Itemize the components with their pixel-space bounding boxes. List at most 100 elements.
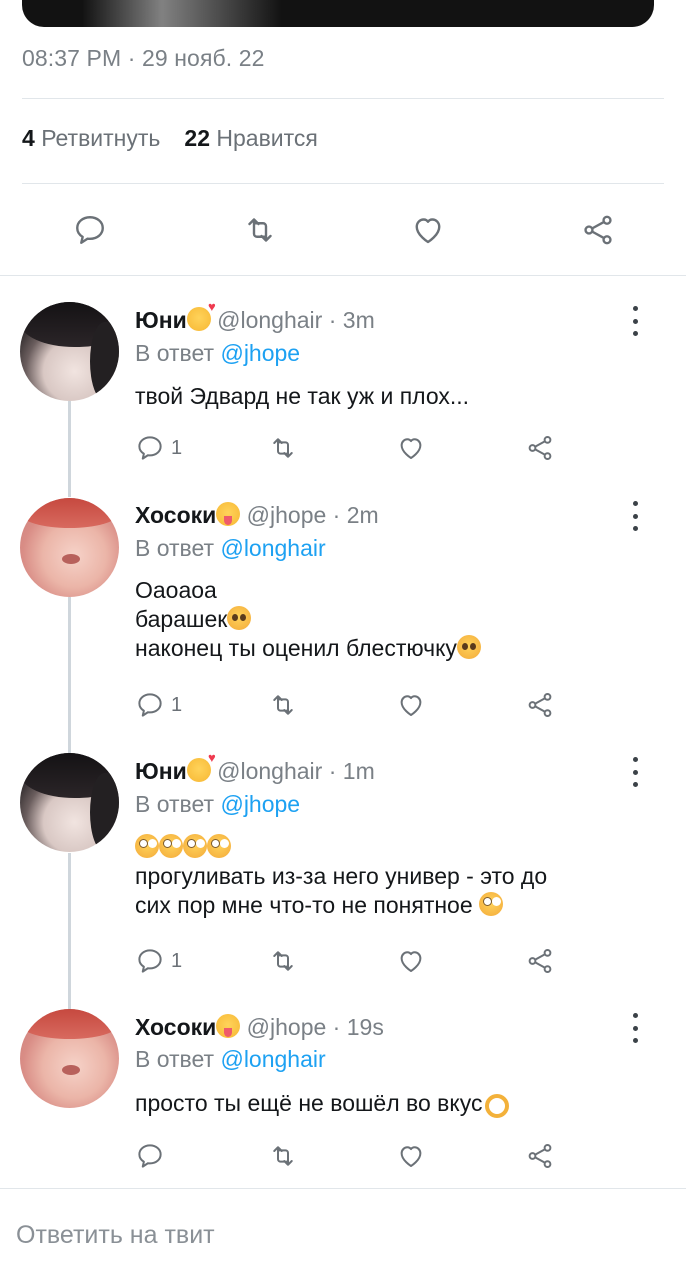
reply-count: 1 [171,693,183,716]
retweet-icon [273,695,293,715]
reply-text-line: прогуливать из-за него универ - это до [135,863,548,889]
reply-button[interactable] [135,1138,165,1174]
reply-count: 1 [171,949,183,972]
reply-emoji-line [135,833,547,862]
likes-count: 22 [184,125,210,151]
avatar[interactable] [20,753,119,852]
retweet-button[interactable] [268,943,298,979]
avatar[interactable] [20,302,119,401]
retweet-button[interactable] [268,687,298,723]
reply-button[interactable]: 1 [135,687,182,723]
reply-text: Оаоаоа барашек наконец ты оценил блестюч… [135,576,481,663]
display-name[interactable]: Юни [135,758,187,784]
pleading-face-icon [227,606,252,630]
share-icon [528,436,552,461]
comment-icon [138,949,162,973]
tweet-media-image[interactable] [22,0,654,27]
reply-prefix: В ответ [135,535,215,561]
retweets-stat[interactable]: 4 Ретвитнуть [22,125,160,151]
face-with-rolling-eyes-icon [207,834,231,858]
reply-button[interactable] [70,210,110,250]
retweet-button[interactable] [240,210,280,250]
like-button[interactable] [408,210,448,250]
reply-composer: Ответить на твит [0,1188,686,1280]
divider [22,183,664,184]
retweet-button[interactable] [268,430,298,466]
reply-action-bar: 1 [0,687,686,727]
tweet-timestamp: 08:37 PM · 29 нояб. 22 [22,45,265,71]
reply-prefix: В ответ [135,1046,215,1072]
face-with-rolling-eyes-icon [183,834,207,858]
mention-link[interactable]: @longhair [220,535,325,561]
more-options-icon[interactable] [628,306,642,336]
reply-to-line: В ответ @jhope [135,340,300,367]
share-icon [584,215,612,245]
face-with-rolling-eyes-icon [135,834,159,858]
heart-icon [400,438,422,459]
thread-line [68,853,71,1009]
like-button[interactable] [396,943,426,979]
reply-text: прогуливать из-за него универ - это до с… [135,833,547,920]
reply-text-line: твой Эдвард не так уж и плох... [135,383,470,409]
like-button[interactable] [396,687,426,723]
display-name[interactable]: Хосоки [135,502,216,528]
like-button[interactable] [396,430,426,466]
likes-stat[interactable]: 22 Нравится [184,125,317,151]
reply-header: Юни @longhair · 1m [135,750,375,785]
winking-face-with-tongue-icon [216,502,241,526]
more-options-icon[interactable] [628,757,642,787]
retweet-icon [273,438,293,458]
reply-button[interactable]: 1 [135,430,182,466]
share-icon [528,1144,552,1169]
handle[interactable]: @jhope [247,502,327,528]
retweets-label: Ретвитнуть [41,125,161,151]
handle[interactable]: @longhair [217,307,322,333]
reply-input[interactable]: Ответить на твит [16,1221,215,1250]
avatar[interactable] [20,1009,119,1108]
retweets-count: 4 [22,125,35,151]
share-button[interactable] [525,687,555,723]
reply-button[interactable]: 1 [135,943,182,979]
display-name[interactable]: Хосоки [135,1014,216,1040]
share-icon [528,693,552,718]
share-button[interactable] [578,210,618,250]
mention-link[interactable]: @longhair [220,1046,325,1072]
comment-icon [76,216,104,244]
share-button[interactable] [525,430,555,466]
mention-link[interactable]: @jhope [220,791,300,817]
like-button[interactable] [396,1138,426,1174]
heart-icon [400,951,422,972]
avatar[interactable] [20,498,119,597]
handle[interactable]: @longhair [217,758,322,784]
thread-line [68,597,71,753]
share-button[interactable] [525,1138,555,1174]
mention-link[interactable]: @jhope [220,340,300,366]
reply-prefix: В ответ [135,791,215,817]
tweet-action-bar [0,200,686,260]
handle[interactable]: @jhope [247,1014,327,1040]
retweet-icon [248,218,272,242]
display-name[interactable]: Юни [135,307,187,333]
reply-count: 1 [171,436,183,459]
retweet-button[interactable] [268,1138,298,1174]
smiling-face-with-hearts-icon [186,299,216,331]
more-options-icon[interactable] [628,1013,642,1043]
more-options-icon[interactable] [628,501,642,531]
comment-icon [138,436,162,460]
pleading-face-icon [456,635,481,659]
reply-time: 2m [346,502,379,528]
retweet-icon [273,1146,293,1166]
reply-time: 3m [342,307,375,333]
comment-icon [138,1144,162,1168]
divider [22,98,664,99]
face-with-rolling-eyes-icon [479,892,504,916]
heart-icon [400,695,422,716]
share-button[interactable] [525,943,555,979]
reply-action-bar: 1 [0,430,686,470]
reply-to-line: В ответ @longhair [135,1046,326,1073]
face-with-rolling-eyes-icon [159,834,183,858]
reply-text-line: сих пор мне что-то не понятное [135,892,473,918]
reply-action-bar [0,1138,686,1178]
share-icon [528,949,552,974]
reply-action-bar: 1 [0,943,686,983]
